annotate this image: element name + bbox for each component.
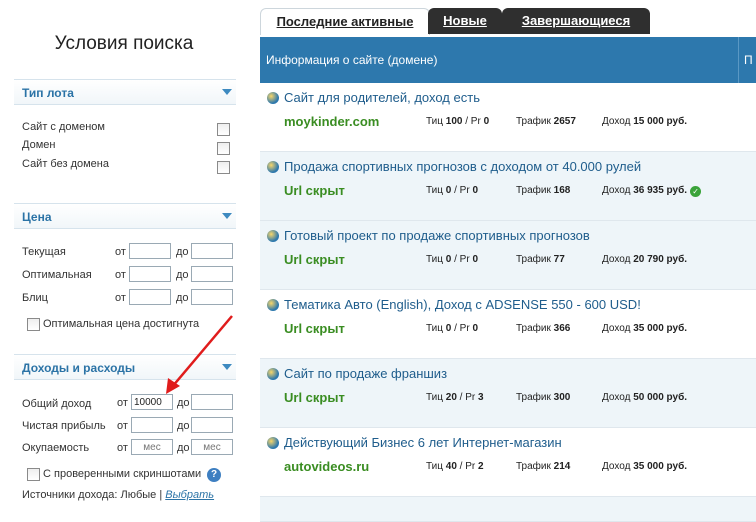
red-arrow-annotation	[166, 315, 233, 394]
